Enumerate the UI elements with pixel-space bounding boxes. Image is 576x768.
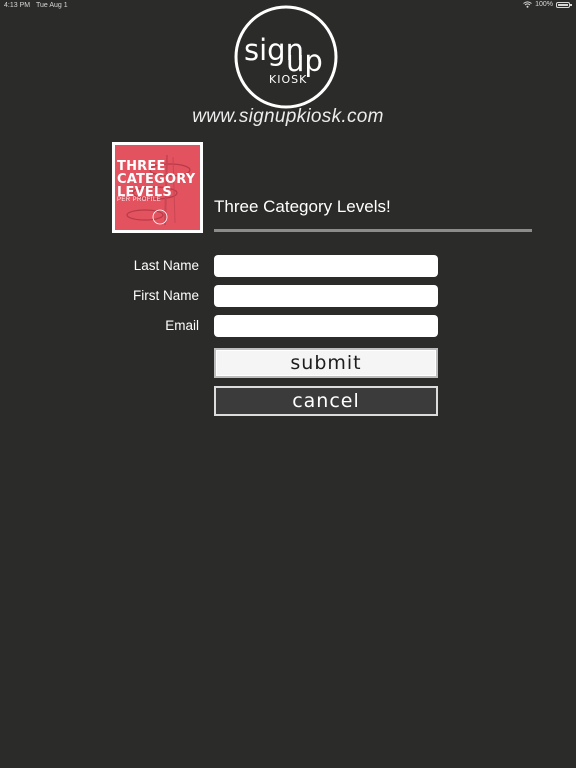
cancel-button[interactable]: cancel	[214, 386, 438, 416]
title-divider	[214, 229, 532, 232]
submit-button[interactable]: submit	[214, 348, 438, 378]
last-name-label: Last Name	[133, 258, 199, 273]
logo-text-kiosk: KIOSK	[269, 73, 307, 86]
first-name-label: First Name	[132, 288, 199, 303]
first-name-input[interactable]	[214, 285, 438, 307]
status-time: 4:13 PM	[4, 2, 31, 9]
status-date: Tue Aug 1	[36, 2, 68, 9]
battery-icon	[556, 1, 572, 8]
last-name-input[interactable]	[214, 255, 438, 277]
event-title: Three Category Levels!	[214, 197, 391, 216]
status-right: 100%	[523, 1, 572, 8]
battery-percent: 100%	[535, 1, 553, 8]
thumbnail-subtext: PER PROFILE	[117, 197, 162, 203]
email-input[interactable]	[214, 315, 438, 337]
event-thumbnail: THREE CATEGORY LEVELS PER PROFILE	[112, 142, 203, 233]
signup-kiosk-logo: sign up KIOSK	[234, 5, 338, 109]
website-url: www.signupkiosk.com	[192, 106, 384, 127]
email-label: Email	[165, 318, 199, 333]
signup-kiosk-screen: 4:13 PM Tue Aug 1 100% sign up KIOSK www…	[0, 0, 576, 768]
wifi-icon	[523, 1, 532, 8]
